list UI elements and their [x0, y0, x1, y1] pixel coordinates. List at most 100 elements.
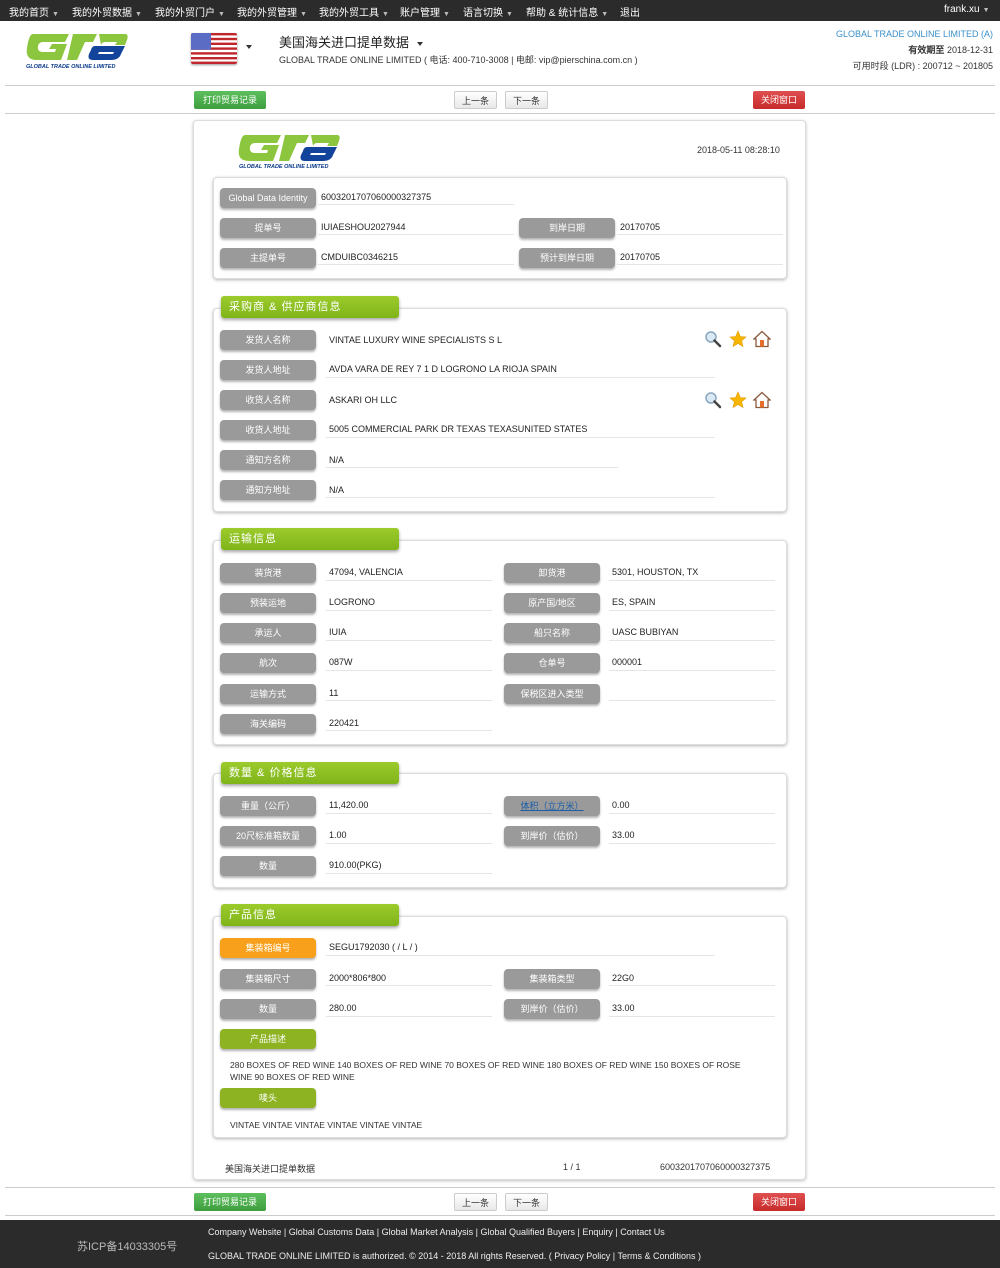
next-record-button[interactable]: 下一条: [505, 91, 548, 109]
carrier-value: IUIA: [329, 627, 347, 637]
underline: [609, 640, 775, 641]
print-record-button-bottom[interactable]: 打印贸易记录: [194, 1193, 266, 1211]
underline: [617, 264, 783, 265]
next-record-button-bottom[interactable]: 下一条: [505, 1193, 548, 1211]
container-number-label: 集装箱编号: [220, 938, 316, 958]
nav-label: 我的外贸工具: [319, 8, 379, 19]
product-price-value: 33.00: [612, 1003, 635, 1013]
nav-home[interactable]: 我的首页 ▼: [9, 4, 59, 19]
manifest-number-value: 000001: [612, 657, 643, 667]
nav-my-trade-tools[interactable]: 我的外贸工具 ▼: [319, 4, 389, 19]
underline: [326, 610, 492, 611]
chevron-down-icon: [417, 41, 424, 46]
underline: [609, 610, 775, 611]
origin-country-value: ES, SPAIN: [612, 597, 656, 607]
shipper-name-value: VINTAE LUXURY WINE SPECIALISTS S L: [329, 335, 503, 345]
product-price-label: 到岸价（估价）: [504, 999, 600, 1019]
search-icon[interactable]: [704, 330, 722, 351]
manifest-number-label: 仓单号: [504, 653, 600, 673]
discharge-port-value: 5301, HOUSTON, TX: [612, 567, 699, 577]
underline: [318, 234, 514, 235]
prev-record-button[interactable]: 上一条: [454, 91, 497, 109]
chevron-down-icon: ▼: [52, 11, 59, 18]
chevron-down-icon: ▼: [601, 11, 609, 18]
user-menu[interactable]: frank.xu ▼: [944, 4, 990, 15]
nav-language[interactable]: 语言切换 ▼: [463, 4, 513, 19]
teu-label: 20尺标准箱数量: [220, 826, 316, 846]
loading-port-value: 47094, VALENCIA: [329, 567, 403, 577]
print-record-button[interactable]: 打印贸易记录: [194, 91, 266, 109]
nav-my-trade-management[interactable]: 我的外贸管理 ▼: [237, 4, 307, 19]
divider: [5, 1215, 995, 1216]
underline: [326, 700, 492, 701]
chevron-down-icon: ▼: [506, 11, 513, 18]
bl-number-value: IUIAESHOU2027944: [321, 222, 406, 232]
underline: [609, 813, 775, 814]
star-icon[interactable]: [729, 330, 747, 351]
consignee-address-label: 收货人地址: [220, 420, 316, 440]
volume-value: 0.00: [612, 800, 630, 810]
notify-address-label: 通知方地址: [220, 480, 316, 500]
gtc-logo[interactable]: GLOBAL TRADE ONLINE LIMITED: [25, 30, 135, 72]
database-title[interactable]: 美国海关进口提单数据: [279, 32, 424, 51]
hs-code-value: 220421: [329, 718, 360, 728]
prev-record-button-bottom[interactable]: 上一条: [454, 1193, 497, 1211]
nav-account-management[interactable]: 账户管理 ▼: [400, 4, 450, 19]
nav-label: 退出: [620, 8, 640, 19]
shipper-name-label: 发货人名称: [220, 330, 316, 350]
shipper-address-label: 发货人地址: [220, 360, 316, 380]
nav-logout[interactable]: 退出: [620, 4, 640, 19]
container-size-label: 集装箱尺寸: [220, 969, 316, 989]
username: frank.xu: [944, 4, 980, 15]
home-icon[interactable]: [752, 391, 772, 412]
bonded-entry-type-label: 保税区进入类型: [504, 684, 600, 704]
nav-my-trade-portal[interactable]: 我的外贸门户 ▼: [155, 4, 225, 19]
volume-label-link[interactable]: 体积（立方米）: [504, 796, 600, 816]
parties-section-title: 采购商 & 供应商信息: [221, 296, 399, 318]
arrival-date-value: 20170705: [620, 222, 661, 232]
home-icon[interactable]: [752, 330, 772, 351]
container-type-value: 22G0: [612, 973, 635, 983]
record-datetime: 2018-05-11 08:28:10: [697, 145, 780, 155]
chevron-down-icon: ▼: [300, 11, 307, 18]
footer-links[interactable]: Company Website | Global Customs Data | …: [208, 1227, 665, 1237]
icp-license: 苏ICP备14033305号: [77, 1241, 178, 1253]
record-logo: GLOBAL TRADE ONLINE LIMITED: [237, 131, 347, 173]
product-section-title: 产品信息: [221, 904, 399, 926]
underline: [609, 985, 775, 986]
consignee-name-label: 收货人名称: [220, 390, 316, 410]
bl-number-label: 提单号: [220, 218, 316, 238]
loading-port-label: 装货港: [220, 563, 316, 583]
valid-until-label: 有效期至: [908, 45, 945, 55]
underline: [609, 843, 775, 844]
underline: [318, 204, 514, 205]
shipper-address-value: AVDA VARA DE REY 7 1 D LOGRONO LA RIOJA …: [329, 364, 557, 374]
underline: [609, 1016, 775, 1017]
usa-flag-icon[interactable]: [191, 33, 237, 64]
vessel-name-value: UASC BUBIYAN: [612, 627, 679, 637]
nav-help-stats[interactable]: 帮助 & 统计信息 ▼: [526, 4, 608, 19]
teu-value: 1.00: [329, 830, 347, 840]
underline: [318, 264, 514, 265]
nav-label: 我的外贸管理: [237, 8, 297, 19]
est-arrival-label: 预计到岸日期: [519, 248, 615, 268]
close-window-button[interactable]: 关闭窗口: [753, 91, 805, 109]
hs-code-label: 海关编码: [220, 714, 316, 734]
star-icon[interactable]: [729, 391, 747, 412]
close-window-button-bottom[interactable]: 关闭窗口: [753, 1193, 805, 1211]
top-nav-bar: 我的首页 ▼ 我的外贸数据 ▼ 我的外贸门户 ▼ 我的外贸管理 ▼ 我的外贸工具 ▼ 账户…: [0, 0, 1000, 21]
underline: [326, 955, 715, 956]
underline: [609, 700, 775, 701]
underline: [326, 467, 618, 468]
nav-my-trade-data[interactable]: 我的外贸数据 ▼: [72, 4, 142, 19]
quantity-section-title: 数量 & 价格信息: [221, 762, 399, 784]
underline: [326, 1016, 492, 1017]
search-icon[interactable]: [704, 391, 722, 412]
account-name: GLOBAL TRADE ONLINE LIMITED (A): [835, 29, 993, 39]
notify-name-value: N/A: [329, 455, 345, 465]
underline: [326, 497, 715, 498]
country-dropdown-caret-icon[interactable]: [246, 45, 252, 49]
marks-label: 唛头: [220, 1088, 316, 1108]
transport-section-title: 运输信息: [221, 528, 399, 550]
consignee-address-value: 5005 COMMERCIAL PARK DR TEXAS TEXASUNITE…: [329, 424, 588, 434]
